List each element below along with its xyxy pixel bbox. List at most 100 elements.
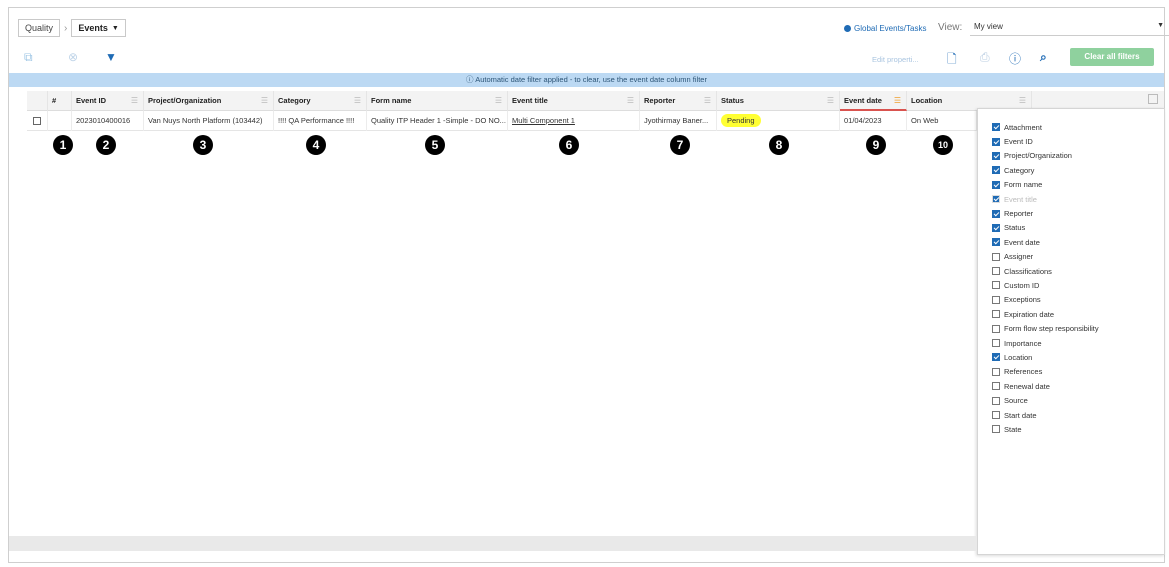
checkbox[interactable] — [992, 166, 1000, 175]
column-option-label: Category — [1004, 165, 1035, 175]
cancel-icon[interactable]: ⊗ — [68, 50, 78, 64]
cell-event-id: 2023010400016 — [72, 111, 144, 131]
column-header-event-id[interactable]: Event ID ☰ — [72, 91, 144, 111]
filter-icon[interactable]: ☰ — [261, 91, 268, 111]
checkbox[interactable] — [992, 137, 1000, 146]
caret-down-icon: ▼ — [111, 24, 119, 32]
column-header-label: Event ID — [76, 96, 107, 105]
column-header-label: Category — [278, 96, 311, 105]
checkbox[interactable] — [992, 223, 1000, 232]
column-option[interactable]: Event date — [978, 235, 1164, 249]
column-option[interactable]: Assigner — [978, 250, 1164, 264]
checkbox[interactable] — [992, 252, 1000, 261]
column-option[interactable]: Category — [978, 163, 1164, 177]
print-icon[interactable]: ⎙ — [980, 50, 990, 65]
checkbox[interactable] — [992, 238, 1000, 247]
edit-properties-button[interactable]: Edit properti... — [872, 55, 919, 64]
copy-icon[interactable]: ⧉ — [24, 50, 33, 65]
column-option[interactable]: Form name — [978, 178, 1164, 192]
column-option[interactable]: Attachment — [978, 120, 1164, 134]
document-icon[interactable]: 🗋 — [947, 50, 957, 71]
column-option[interactable]: Status — [978, 221, 1164, 235]
checkbox[interactable] — [992, 209, 1000, 218]
checkbox[interactable] — [992, 324, 1000, 333]
column-option-label: Exceptions — [1004, 295, 1041, 305]
callout-badge: 2 — [96, 135, 116, 155]
column-option[interactable]: Reporter — [978, 206, 1164, 220]
checkbox[interactable] — [992, 367, 1000, 376]
column-option[interactable]: Renewal date — [978, 379, 1164, 393]
column-option[interactable]: Source — [978, 393, 1164, 407]
column-option[interactable]: Event ID — [978, 134, 1164, 148]
cell-event-title-link[interactable]: Multi Component 1 — [508, 111, 640, 131]
column-option[interactable]: References — [978, 365, 1164, 379]
column-option[interactable]: Project/Organization — [978, 149, 1164, 163]
row-checkbox[interactable] — [33, 117, 41, 126]
breadcrumb-events-label: Events — [78, 23, 108, 33]
cell-event-date: 01/04/2023 — [840, 111, 907, 131]
checkbox[interactable] — [992, 396, 1000, 405]
checkbox[interactable] — [992, 180, 1000, 189]
breadcrumb-events-dropdown[interactable]: Events ▼ — [71, 19, 126, 37]
info-icon: ⓘ — [466, 75, 474, 84]
column-option-label: Form flow step responsibility — [1004, 324, 1099, 334]
column-option[interactable]: Exceptions — [978, 293, 1164, 307]
filter-active-icon[interactable]: ☰ — [894, 91, 901, 111]
filter-icon[interactable]: ☰ — [627, 91, 634, 111]
clear-all-filters-button[interactable]: Clear all filters — [1070, 48, 1154, 66]
column-option[interactable]: Custom ID — [978, 278, 1164, 292]
checkbox[interactable] — [992, 339, 1000, 348]
search-icon[interactable]: ⌕ — [1040, 50, 1047, 65]
filter-icon[interactable]: ☰ — [704, 91, 711, 111]
checkbox[interactable] — [992, 382, 1000, 391]
column-option[interactable]: Classifications — [978, 264, 1164, 278]
column-chooser-toggle-icon[interactable] — [1148, 94, 1158, 104]
column-option-label: Renewal date — [1004, 381, 1050, 391]
checkbox[interactable] — [992, 267, 1000, 276]
checkbox[interactable] — [992, 310, 1000, 319]
view-select[interactable]: My view ▼ — [970, 18, 1169, 36]
column-header-reporter[interactable]: Reporter ☰ — [640, 91, 717, 111]
checkbox[interactable] — [992, 151, 1000, 160]
date-filter-banner: ⓘ Automatic date filter applied - to cle… — [9, 73, 1164, 87]
table-row[interactable]: 2023010400016 Van Nuys North Platform (1… — [27, 111, 977, 131]
column-option[interactable]: Start date — [978, 408, 1164, 422]
breadcrumb-quality[interactable]: Quality — [18, 19, 61, 37]
view-label: View: — [938, 22, 963, 33]
checkbox — [992, 195, 1000, 204]
row-select[interactable] — [27, 111, 48, 131]
global-events-link[interactable]: Global Events/Tasks — [844, 24, 926, 33]
filter-icon[interactable]: ☰ — [131, 91, 138, 111]
checkbox[interactable] — [992, 425, 1000, 434]
column-header-label: Event date — [844, 96, 882, 105]
status-badge: Pending — [721, 114, 761, 127]
checkbox[interactable] — [992, 295, 1000, 304]
column-option[interactable]: State — [978, 422, 1164, 436]
filter-icon[interactable]: ☰ — [495, 91, 502, 111]
row-number — [48, 111, 72, 131]
column-header-form-name[interactable]: Form name ☰ — [367, 91, 508, 111]
cell-status: Pending — [717, 111, 840, 131]
checkbox[interactable] — [992, 353, 1000, 362]
checkbox[interactable] — [992, 281, 1000, 290]
filter-icon[interactable]: ☰ — [354, 91, 361, 111]
horizontal-scrollbar[interactable] — [9, 536, 977, 551]
filter-icon[interactable]: ☰ — [827, 91, 834, 111]
checkbox[interactable] — [992, 411, 1000, 419]
callout-badge: 6 — [559, 135, 579, 155]
column-header-project[interactable]: Project/Organization ☰ — [144, 91, 274, 111]
filter-icon[interactable]: ▼ — [105, 50, 117, 64]
column-header-category[interactable]: Category ☰ — [274, 91, 367, 111]
column-option[interactable]: Expiration date — [978, 307, 1164, 321]
column-header-event-date[interactable]: Event date ☰ — [840, 91, 907, 111]
column-header-number[interactable]: # — [48, 91, 72, 111]
info-icon[interactable]: ⓘ — [1009, 50, 1021, 67]
column-option[interactable]: Form flow step responsibility — [978, 321, 1164, 335]
checkbox[interactable] — [992, 123, 1000, 132]
column-header-event-title[interactable]: Event title ☰ — [508, 91, 640, 111]
chevron-right-icon: › — [64, 22, 68, 34]
column-option[interactable]: Location — [978, 350, 1164, 364]
column-header-status[interactable]: Status ☰ — [717, 91, 840, 111]
column-option-label: Project/Organization — [1004, 151, 1072, 161]
column-option[interactable]: Importance — [978, 336, 1164, 350]
